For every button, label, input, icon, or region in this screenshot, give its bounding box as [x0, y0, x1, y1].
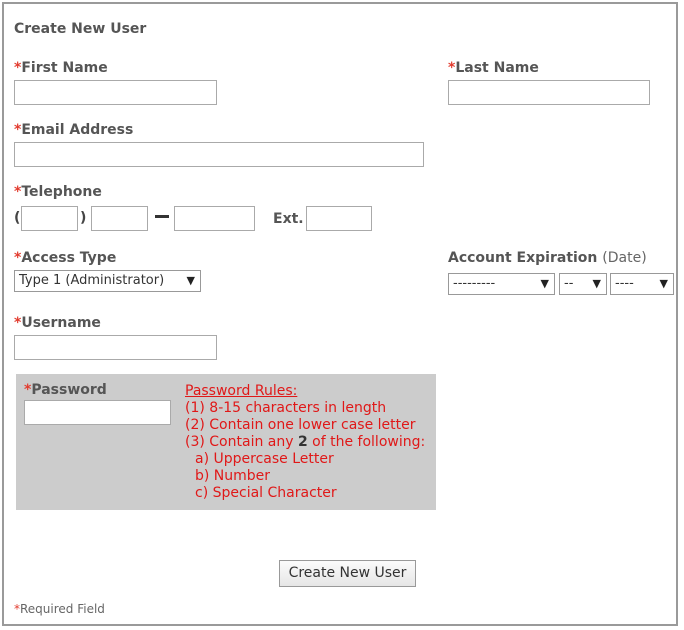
phone-ext-input[interactable] — [306, 206, 372, 231]
required-field-note: *Required Field — [14, 602, 105, 616]
first-name-label: *First Name — [14, 60, 108, 76]
password-rules: Password Rules: (1) 8-15 characters in l… — [185, 383, 425, 502]
expiration-year-value: ---- — [615, 276, 634, 291]
open-paren: ( — [14, 210, 21, 226]
access-type-value: Type 1 (Administrator) — [19, 273, 165, 288]
phone-dash — [155, 215, 169, 218]
expiration-year-select[interactable]: ---- ▼ — [610, 273, 674, 295]
form-title: Create New User — [14, 21, 147, 37]
expiration-day-value: -- — [564, 276, 574, 291]
rule-special-char: c) Special Character — [195, 485, 337, 501]
password-rules-title: Password Rules: — [185, 383, 298, 399]
last-name-input[interactable] — [448, 80, 650, 105]
access-type-select[interactable]: Type 1 (Administrator) ▼ — [14, 270, 201, 292]
phone-prefix-input[interactable] — [91, 206, 148, 231]
ext-label: Ext. — [273, 211, 304, 227]
expiration-month-value: --------- — [453, 276, 496, 291]
password-section: *Password Password Rules: (1) 8-15 chara… — [16, 374, 436, 510]
password-input[interactable] — [24, 400, 171, 425]
phone-line-input[interactable] — [174, 206, 255, 231]
rule-uppercase: a) Uppercase Letter — [195, 451, 334, 467]
create-user-form: Create New User *First Name *Last Name *… — [2, 2, 678, 626]
rule-number: b) Number — [195, 468, 271, 484]
dropdown-arrow-icon: ▼ — [186, 274, 195, 287]
dropdown-arrow-icon: ▼ — [592, 277, 601, 290]
account-expiration-label: Account Expiration (Date) — [448, 250, 647, 266]
dropdown-arrow-icon: ▼ — [659, 277, 668, 290]
first-name-input[interactable] — [14, 80, 217, 105]
date-hint: (Date) — [602, 250, 647, 266]
email-input[interactable] — [14, 142, 424, 167]
dropdown-arrow-icon: ▼ — [540, 277, 549, 290]
username-input[interactable] — [14, 335, 217, 360]
last-name-label: *Last Name — [448, 60, 539, 76]
create-user-button[interactable]: Create New User — [279, 560, 416, 587]
rule-lowercase: (2) Contain one lower case letter — [185, 417, 416, 433]
username-label: *Username — [14, 315, 101, 331]
telephone-label: *Telephone — [14, 184, 102, 200]
rule-any-two: (3) Contain any 2 of the following: — [185, 434, 426, 450]
expiration-month-select[interactable]: --------- ▼ — [448, 273, 555, 295]
access-type-label: *Access Type — [14, 250, 117, 266]
close-paren: ) — [80, 210, 87, 226]
rule-length: (1) 8-15 characters in length — [185, 400, 387, 416]
expiration-day-select[interactable]: -- ▼ — [559, 273, 607, 295]
password-label: *Password — [24, 382, 107, 398]
phone-area-input[interactable] — [21, 206, 78, 231]
email-label: *Email Address — [14, 122, 134, 138]
